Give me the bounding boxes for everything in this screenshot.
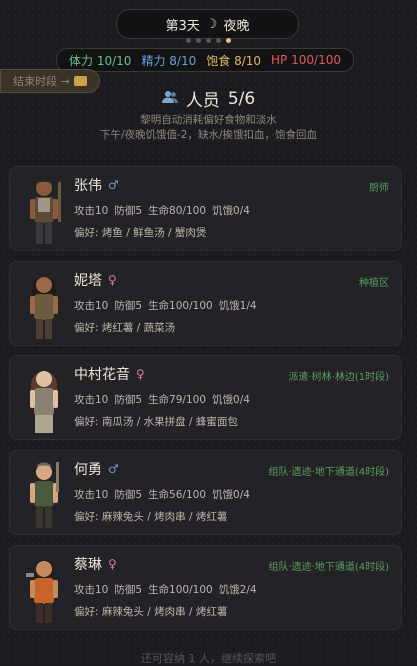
period-label: 夜晚 (223, 18, 250, 34)
phase-dot (216, 38, 221, 43)
capacity-hint: 还可容纳 1 人，继续探索吧 (141, 652, 276, 665)
male-icon: ♂ (108, 178, 119, 192)
rule-description-line2: 下午/夜晚饥饿值-2，缺水/挨饿扣血，饱食回血 (99, 129, 318, 141)
female-icon: ♀ (108, 273, 117, 287)
female-icon: ♀ (136, 367, 145, 381)
phase-dot-current (226, 38, 231, 43)
moon-icon: ☽ (205, 16, 218, 32)
survivor-portrait (30, 371, 58, 433)
survivor-preferences: 偏好: 麻辣兔头 / 烤肉串 / 烤红薯 (74, 511, 228, 523)
survivor-preferences: 偏好: 烤鱼 / 鲜鱼汤 / 蟹肉煲 (74, 227, 207, 239)
stat-energy: 精力 8/10 (141, 53, 197, 68)
survivor-portrait (30, 462, 59, 528)
survivor-preferences: 偏好: 麻辣兔头 / 烤肉串 / 烤红薯 (74, 606, 228, 618)
survivor-preferences: 偏好: 烤红薯 / 蔬菜汤 (74, 322, 176, 334)
survivor-assignment: 种植区 (359, 278, 389, 289)
survivor-name: 何勇 ♂ (74, 462, 119, 478)
male-icon: ♂ (108, 462, 119, 476)
survivor-card[interactable]: 何勇 ♂ 组队·遗迹·地下通道(4时段) 攻击10 防御5 生命56/100 饥饿0/… (9, 450, 402, 535)
survivor-assignment: 厨师 (369, 183, 389, 194)
survivor-portrait (30, 178, 61, 244)
phase-dot (196, 38, 201, 43)
people-icon (161, 90, 178, 108)
stat-stamina: 体力 10/10 (69, 53, 132, 68)
time-phase-dots (0, 38, 417, 43)
phase-dot (206, 38, 211, 43)
survivor-attributes: 攻击10 防御5 生命79/100 饥饿0/4 (74, 394, 250, 406)
survivor-assignment: 组队·遗迹·地下通道(4时段) (268, 562, 389, 573)
survivor-name: 张伟 ♂ (74, 178, 119, 194)
survivor-assignment: 组队·遗迹·地下通道(4时段) (268, 467, 389, 478)
section-count: 5/6 (227, 88, 256, 109)
calendar-icon (73, 76, 87, 86)
survivor-card[interactable]: 张伟 ♂ 厨师 攻击10 防御5 生命80/100 饥饿0/4 偏好: 烤鱼 / 鲜鱼… (9, 166, 402, 251)
survivor-portrait (30, 277, 58, 339)
survivor-name: 蔡琳 ♀ (74, 557, 117, 573)
survivor-name: 妮塔 ♀ (74, 273, 117, 289)
survivor-card[interactable]: 蔡琳 ♀ 组队·遗迹·地下通道(4时段) 攻击10 防御5 生命100/100 饥饿2… (9, 545, 402, 630)
player-stats-bar: 体力 10/10 精力 8/10 饱食 8/10 HP 100/100 (56, 48, 354, 72)
section-title: 人员 (185, 91, 220, 111)
rule-description-line1: 黎明自动消耗偏好食物和淡水 (140, 114, 277, 126)
day-label: 第3天 (165, 18, 200, 34)
stat-fullness: 饱食 8/10 (206, 53, 262, 68)
survivor-attributes: 攻击10 防御5 生命100/100 饥饿2/4 (74, 584, 257, 596)
survivor-attributes: 攻击10 防御5 生命100/100 饥饿1/4 (74, 300, 257, 312)
survivor-card[interactable]: 妮塔 ♀ 种植区 攻击10 防御5 生命100/100 饥饿1/4 偏好: 烤红薯 /… (9, 261, 402, 346)
day-indicator: 第3天 ☽ 夜晚 (116, 9, 299, 39)
survivor-assignment: 派遣·树林·林边(1时段) (288, 372, 389, 383)
survivor-attributes: 攻击10 防御5 生命56/100 饥饿0/4 (74, 489, 250, 501)
stat-hp: HP 100/100 (271, 53, 341, 67)
survivor-preferences: 偏好: 南瓜汤 / 水果拼盘 / 蜂蜜面包 (74, 416, 238, 428)
survivor-attributes: 攻击10 防御5 生命80/100 饥饿0/4 (74, 205, 250, 217)
survivor-card[interactable]: 中村花音 ♀ 派遣·树林·林边(1时段) 攻击10 防御5 生命79/100 饥饿0/… (9, 355, 402, 440)
personnel-header: 人员 5/6 (0, 86, 417, 111)
survivor-name: 中村花音 ♀ (74, 367, 145, 383)
survivor-portrait (26, 561, 58, 623)
female-icon: ♀ (108, 557, 117, 571)
phase-dot (186, 38, 191, 43)
